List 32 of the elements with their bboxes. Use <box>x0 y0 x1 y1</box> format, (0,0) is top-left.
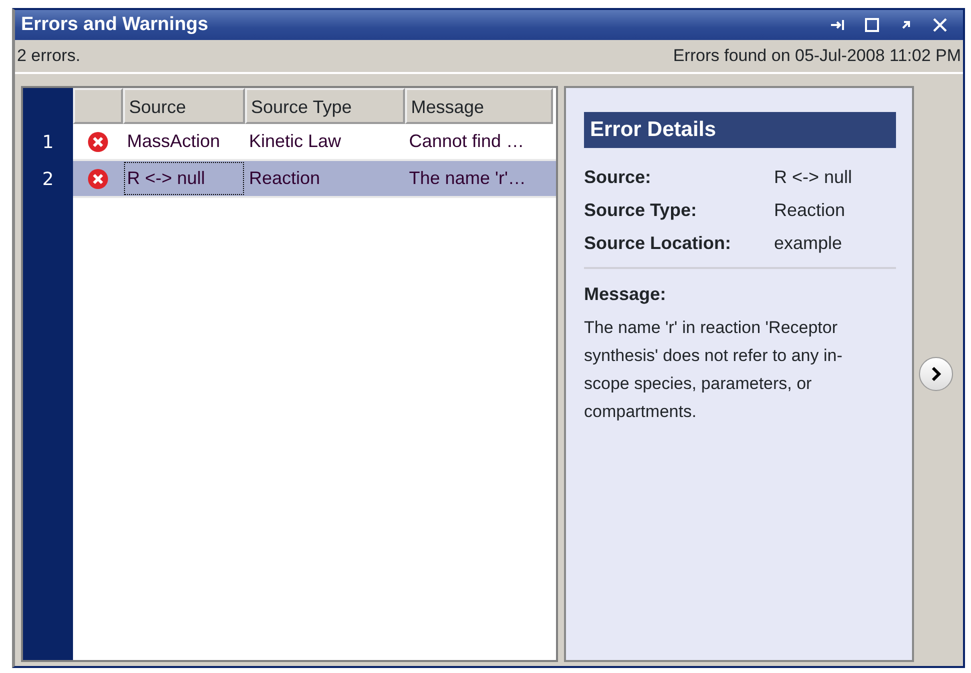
field-value: Reaction <box>774 198 846 222</box>
table-cell-text: Kinetic Law <box>248 130 342 153</box>
error-icon <box>87 168 109 190</box>
column-header[interactable]: Source Type <box>245 88 405 124</box>
error-count: 2 errors. <box>17 45 80 68</box>
field-label: Source Location: <box>584 232 732 254</box>
message-label: Message: <box>584 282 668 306</box>
maximize-icon <box>864 17 880 33</box>
field-label: Source Type: <box>584 198 698 222</box>
errors-found-timestamp: Errors found on 05-Jul-2008 11:02 PM <box>673 45 961 68</box>
table-cell-text: Reaction <box>248 167 322 190</box>
next-button[interactable] <box>918 357 952 391</box>
table-cell-text: Cannot find … <box>408 130 526 153</box>
details-heading: Error Details <box>584 112 896 148</box>
error-icon <box>87 130 109 152</box>
window-title: Errors and Warnings <box>21 12 208 37</box>
row-number: 2 <box>41 168 55 192</box>
table-cell: R <-> null <box>123 161 245 196</box>
column-header[interactable]: Source <box>123 88 245 124</box>
column-header <box>73 88 123 124</box>
chevron-right-icon <box>930 367 940 381</box>
table-row[interactable]: R <-> null Reaction The name 'r'… <box>73 161 556 198</box>
table-cell-text: The name 'r'… <box>408 167 527 190</box>
message-text: The name 'r' in reaction 'Receptor synthesis' does not refer to any in-scope species, parameters, or compartments. <box>584 316 844 422</box>
field-label: Source: <box>584 166 652 188</box>
pin-icon <box>830 17 846 33</box>
table-cell-text: MassAction <box>126 130 222 153</box>
column-header[interactable]: Message <box>405 88 553 124</box>
row-number: 1 <box>41 131 55 155</box>
field-value: example <box>774 232 842 255</box>
close-icon <box>932 17 948 33</box>
field-value: R <-> null <box>774 166 852 188</box>
